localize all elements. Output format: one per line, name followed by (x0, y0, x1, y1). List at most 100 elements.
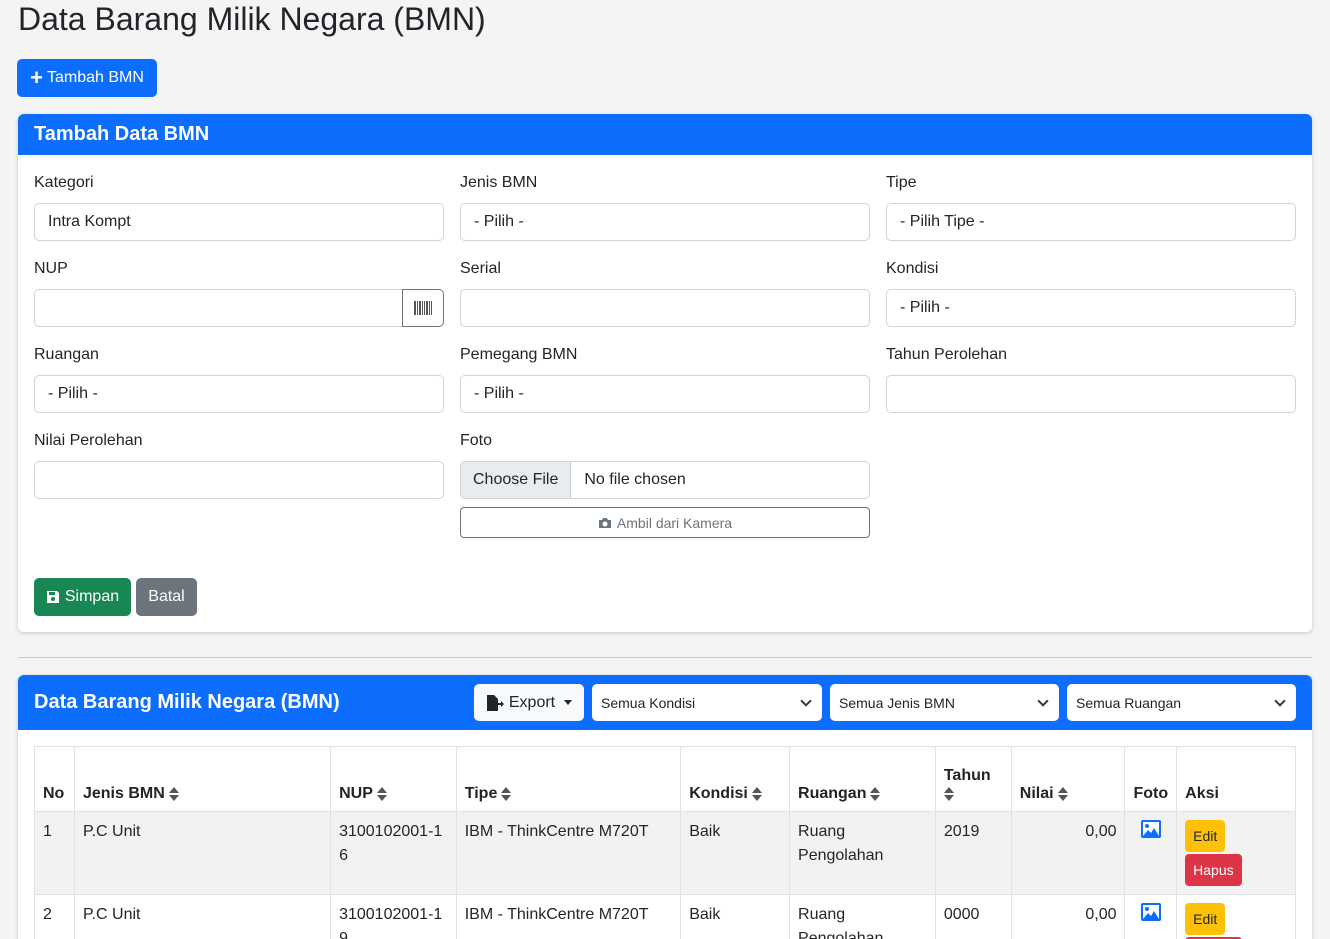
cell-ruangan-text: Ruang Pengolahan (798, 823, 884, 864)
image-icon[interactable] (1140, 903, 1161, 921)
camera-icon (598, 517, 611, 528)
edit-button[interactable]: Edit (1185, 903, 1226, 935)
plus-icon: + (30, 65, 43, 90)
table-row: 1 P.C Unit 3100102001-16 IBM - ThinkCent… (34, 811, 1296, 895)
camera-button[interactable]: Ambil dari Kamera (460, 507, 870, 538)
col-tahun[interactable]: Tahun (934, 746, 1012, 812)
add-bmn-button[interactable]: + Tambah BMN (17, 59, 157, 97)
cancel-label: Batal (148, 588, 185, 605)
col-ruangan[interactable]: Ruangan (789, 746, 936, 812)
serial-input[interactable] (460, 289, 870, 327)
tipe-value: - Pilih Tipe - (900, 213, 985, 230)
pemegang-label: Pemegang BMN (460, 346, 578, 363)
sort-icon (168, 786, 179, 801)
pemegang-value: - Pilih - (474, 385, 524, 402)
col-nup-label: NUP (339, 785, 373, 802)
col-jenis[interactable]: Jenis BMN (73, 746, 332, 812)
cell-aksi: Edit Hapus (1176, 894, 1296, 939)
camera-label: Ambil dari Kamera (616, 514, 733, 531)
table-card-header: Data Barang Milik Negara (BMN) Export Se… (18, 675, 1312, 730)
nup-input[interactable] (34, 289, 404, 327)
foto-label: Foto (460, 432, 493, 449)
serial-label: Serial (460, 260, 501, 277)
col-foto-label: Foto (1133, 785, 1169, 802)
sort-icon (751, 786, 762, 801)
col-kondisi[interactable]: Kondisi (680, 746, 791, 812)
kondisi-value: - Pilih - (900, 299, 950, 316)
save-label: Simpan (64, 588, 120, 605)
col-foto: Foto (1124, 746, 1178, 812)
filter-kondisi-value: Semua Kondisi (601, 694, 696, 711)
add-bmn-label: Tambah BMN (46, 69, 144, 86)
col-no: No (34, 746, 75, 812)
cell-jenis: P.C Unit (73, 894, 332, 939)
kondisi-select[interactable]: - Pilih - (886, 289, 1296, 327)
col-nilai[interactable]: Nilai (1010, 746, 1126, 812)
jenis-bmn-label: Jenis BMN (460, 174, 538, 191)
ruangan-label: Ruangan (34, 346, 99, 363)
export-label: Export (508, 693, 556, 711)
table-header-row: No Jenis BMN NUP Tipe Kondisi Ruangan Ta… (34, 746, 1296, 812)
col-nup[interactable]: NUP (330, 746, 457, 812)
col-ruangan-label: Ruangan (798, 785, 867, 802)
filter-kondisi-select[interactable]: Semua Kondisi (592, 684, 822, 721)
file-export-icon (486, 694, 504, 711)
cell-foto (1124, 894, 1178, 939)
table-row: 2 P.C Unit 3100102001-19 IBM - ThinkCent… (34, 894, 1296, 939)
cell-nilai: 0,00 (1010, 894, 1126, 939)
cancel-button[interactable]: Batal (136, 578, 197, 616)
tahun-input[interactable] (886, 375, 1296, 413)
ruangan-select[interactable]: - Pilih - (34, 375, 444, 413)
add-bmn-form-card: Tambah Data BMN Kategori Intra Kompt Jen… (18, 114, 1312, 632)
filter-ruangan-value: Semua Ruangan (1076, 694, 1182, 711)
sort-icon (870, 786, 881, 801)
col-aksi: Aksi (1176, 746, 1296, 812)
caret-down-icon (564, 700, 573, 705)
col-tipe-label: Tipe (464, 785, 498, 802)
filter-jenis-select[interactable]: Semua Jenis BMN (830, 684, 1059, 721)
nilai-label: Nilai Perolehan (34, 432, 143, 449)
chevron-down-icon (800, 694, 812, 707)
filter-ruangan-select[interactable]: Semua Ruangan (1067, 684, 1296, 721)
col-jenis-label: Jenis BMN (82, 785, 165, 802)
kategori-select[interactable]: Intra Kompt (34, 203, 444, 241)
jenis-bmn-select[interactable]: - Pilih - (460, 203, 870, 241)
chevron-down-icon (1274, 694, 1286, 707)
bmn-table: No Jenis BMN NUP Tipe Kondisi Ruangan Ta… (34, 746, 1296, 939)
sort-icon (943, 786, 954, 801)
image-icon[interactable] (1140, 820, 1161, 838)
sort-icon (501, 786, 512, 801)
barcode-icon (414, 301, 432, 315)
cell-nup: 3100102001-19 (330, 894, 457, 939)
cell-aksi: Edit Hapus (1176, 811, 1296, 895)
cell-nup: 3100102001-16 (330, 811, 457, 895)
nup-label: NUP (34, 260, 68, 277)
filter-jenis-value: Semua Jenis BMN (839, 694, 955, 711)
col-no-label: No (43, 785, 65, 802)
barcode-scan-button[interactable] (402, 289, 444, 327)
pemegang-select[interactable]: - Pilih - (460, 375, 870, 413)
delete-button[interactable]: Hapus (1185, 854, 1242, 886)
choose-file-button[interactable]: Choose File (461, 462, 572, 498)
ruangan-value: - Pilih - (48, 385, 98, 402)
section-divider (18, 657, 1312, 658)
export-dropdown-button[interactable]: Export (474, 684, 584, 721)
bmn-table-card: Data Barang Milik Negara (BMN) Export Se… (18, 675, 1312, 939)
table-card-title: Data Barang Milik Negara (BMN) (34, 691, 340, 713)
foto-file-input[interactable]: Choose File No file chosen (460, 461, 870, 499)
cell-ruangan: Ruang Pengolahan (789, 894, 936, 939)
col-aksi-label: Aksi (1185, 785, 1219, 802)
col-tipe[interactable]: Tipe (455, 746, 682, 812)
cell-tahun: 2019 (934, 811, 1012, 895)
tipe-select[interactable]: - Pilih Tipe - (886, 203, 1296, 241)
nilai-input[interactable] (34, 461, 444, 499)
cell-no: 2 (34, 894, 75, 939)
tipe-label: Tipe (886, 174, 917, 191)
edit-button[interactable]: Edit (1185, 820, 1226, 852)
cell-ruangan-text: Ruang Pengolahan (798, 906, 884, 939)
col-kondisi-label: Kondisi (689, 785, 748, 802)
cell-kondisi: Baik (680, 894, 791, 939)
save-button[interactable]: Simpan (34, 578, 131, 616)
cell-jenis: P.C Unit (73, 811, 332, 895)
cell-nilai: 0,00 (1010, 811, 1126, 895)
